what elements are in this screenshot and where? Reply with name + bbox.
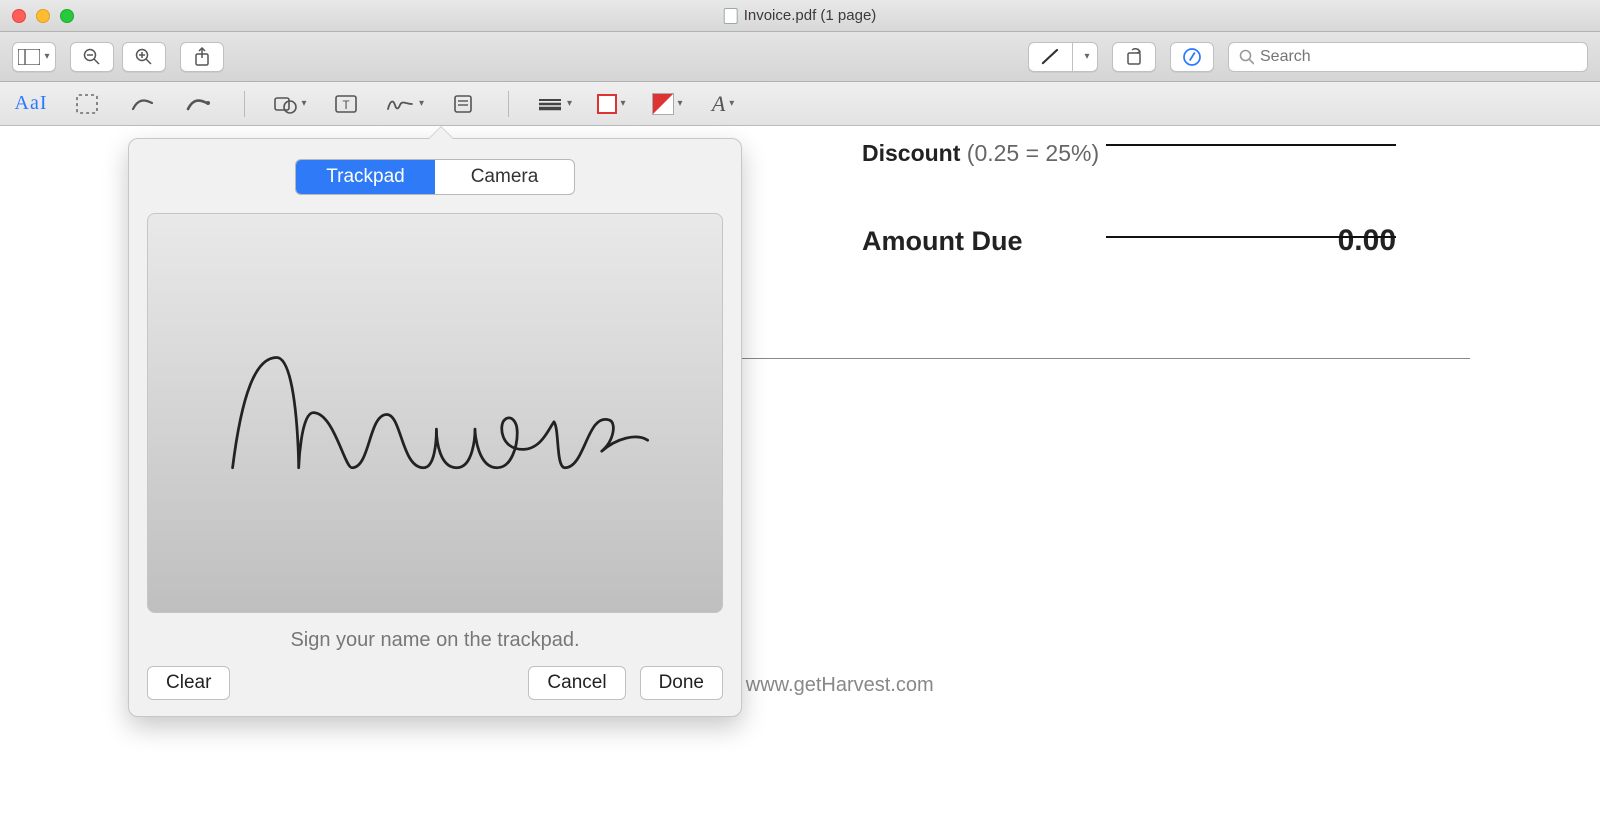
share-button[interactable]	[180, 42, 224, 72]
highlight-button[interactable]	[1028, 42, 1072, 72]
titlebar: Invoice.pdf (1 page)	[0, 0, 1600, 32]
chevron-down-icon: ▾	[621, 98, 626, 109]
draw-tool[interactable]	[182, 89, 216, 119]
markup-toggle-button[interactable]	[1170, 42, 1214, 72]
window-title-text: Invoice.pdf (1 page)	[744, 7, 877, 24]
highlight-menu-button[interactable]: ▾	[1072, 42, 1098, 72]
font-style-menu[interactable]: A ▾	[706, 89, 740, 119]
chevron-down-icon: ▾	[301, 98, 306, 109]
signature-source-tabs: Trackpad Camera	[295, 159, 575, 195]
clear-button[interactable]: Clear	[147, 666, 230, 700]
done-button[interactable]: Done	[640, 666, 723, 700]
trackpad-signature-surface[interactable]	[147, 213, 723, 613]
text-selection-tool[interactable]: AaI	[14, 89, 48, 119]
search-field[interactable]	[1228, 42, 1588, 72]
document-icon	[724, 8, 738, 24]
chevron-down-icon: ▾	[44, 51, 49, 62]
svg-text:T: T	[342, 98, 350, 112]
fill-color-swatch	[652, 93, 674, 115]
rotate-button[interactable]	[1112, 42, 1156, 72]
discount-label: Discount	[862, 140, 960, 166]
cancel-button[interactable]: Cancel	[528, 666, 625, 700]
tab-trackpad[interactable]: Trackpad	[296, 160, 435, 194]
search-icon	[1239, 49, 1254, 65]
tab-camera[interactable]: Camera	[435, 160, 574, 194]
note-tool[interactable]	[446, 89, 480, 119]
popover-buttons: Clear Cancel Done	[147, 666, 723, 700]
chevron-down-icon: ▾	[729, 98, 734, 109]
signature-hint-text: Sign your name on the trackpad.	[129, 629, 741, 652]
border-color-swatch	[597, 94, 617, 114]
traffic-lights	[12, 9, 74, 23]
amount-due-label: Amount Due	[862, 226, 1022, 257]
document-area: Discount (0.25 = 25%) Amount Due 0.00 s …	[0, 126, 1600, 824]
chevron-down-icon: ▾	[567, 98, 572, 109]
discount-field-line	[1106, 144, 1396, 146]
amount-due-value: 0.00	[1338, 224, 1396, 258]
text-box-tool[interactable]: T	[329, 89, 363, 119]
chevron-down-icon: ▾	[419, 98, 424, 109]
main-toolbar: ▾ ▾	[0, 32, 1600, 82]
sketch-tool[interactable]	[126, 89, 160, 119]
minimize-window-button[interactable]	[36, 9, 50, 23]
rectangular-selection-tool[interactable]	[70, 89, 104, 119]
signature-stroke	[205, 330, 664, 495]
border-style-menu[interactable]: ▾	[537, 89, 572, 119]
signature-popover: Trackpad Camera Sign your name on the tr…	[128, 138, 742, 717]
shapes-menu[interactable]: ▾	[273, 89, 307, 119]
zoom-window-button[interactable]	[60, 9, 74, 23]
sign-menu[interactable]: ▾	[385, 89, 424, 119]
close-window-button[interactable]	[12, 9, 26, 23]
markup-toolbar: AaI ▾ T ▾ ▾ ▾ ▾ A ▾	[0, 82, 1600, 126]
discount-row: Discount (0.25 = 25%)	[862, 140, 1099, 167]
toolbar-separator	[244, 91, 245, 117]
sidebar-toggle-button[interactable]: ▾	[12, 42, 56, 72]
window-title: Invoice.pdf (1 page)	[724, 7, 877, 24]
highlight-split-button[interactable]: ▾	[1028, 42, 1098, 72]
search-input[interactable]	[1260, 48, 1577, 66]
amount-field-line	[1106, 236, 1396, 238]
border-color-menu[interactable]: ▾	[594, 89, 628, 119]
zoom-out-button[interactable]	[70, 42, 114, 72]
fill-color-menu[interactable]: ▾	[650, 89, 684, 119]
zoom-in-button[interactable]	[122, 42, 166, 72]
toolbar-separator	[508, 91, 509, 117]
chevron-down-icon: ▾	[1084, 51, 1089, 62]
chevron-down-icon: ▾	[678, 98, 683, 109]
discount-hint: (0.25 = 25%)	[967, 140, 1099, 166]
